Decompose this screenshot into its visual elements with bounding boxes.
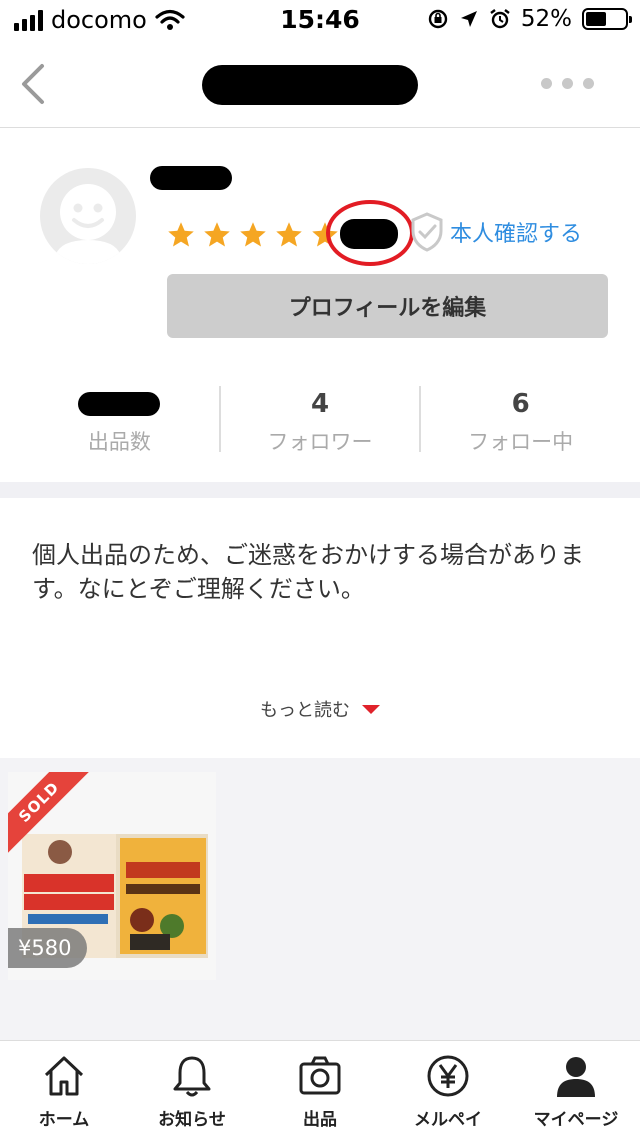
rating-stars xyxy=(166,220,340,250)
profile-bio: 個人出品のため、ご迷惑をおかけする場合があります。なにとぞご理解ください。 xyxy=(32,541,584,603)
stat-label: 出品数 xyxy=(87,430,151,454)
status-bar: docomo 15:46 52% xyxy=(0,0,640,40)
avatar[interactable] xyxy=(40,168,136,264)
edit-profile-button[interactable]: プロフィールを編集 xyxy=(167,274,608,338)
tab-label: 出品 xyxy=(303,1110,337,1130)
item-grid: SOLD ¥580 xyxy=(0,758,640,1042)
identity-verify-label: 本人確認する xyxy=(450,222,583,247)
person-icon xyxy=(557,1057,595,1097)
battery-icon xyxy=(582,8,632,30)
stat-value: 4 xyxy=(310,389,330,419)
read-more-button[interactable]: もっと読む xyxy=(0,696,640,722)
listings-count-redacted xyxy=(78,392,161,416)
more-options-button[interactable] xyxy=(541,78,594,89)
tab-home[interactable]: ホーム xyxy=(0,1041,128,1136)
back-button[interactable] xyxy=(16,62,56,106)
profile-stats: 出品数 4 フォロワー 6 フォロー中 xyxy=(20,386,620,454)
home-icon xyxy=(44,1056,84,1096)
bell-icon xyxy=(173,1056,211,1097)
star-icon xyxy=(204,222,230,247)
shield-check-icon xyxy=(411,212,443,252)
tab-mypage[interactable]: マイページ xyxy=(512,1041,640,1136)
yen-icon xyxy=(427,1055,469,1097)
user-name-redacted xyxy=(150,166,232,190)
default-avatar-icon xyxy=(54,184,122,264)
tab-notifications[interactable]: お知らせ xyxy=(128,1041,256,1136)
tab-label: メルペイ xyxy=(414,1110,482,1130)
tab-bar: ホーム お知らせ 出品 メルペイ マイページ xyxy=(0,1040,640,1136)
tab-label: お知らせ xyxy=(158,1110,226,1130)
star-icon xyxy=(240,222,266,247)
star-icon xyxy=(168,222,194,247)
tab-merpay[interactable]: メルペイ xyxy=(384,1041,512,1136)
stat-label: フォロー中 xyxy=(468,430,574,454)
identity-verify-link[interactable]: 本人確認する xyxy=(410,212,582,252)
page-title-redacted xyxy=(202,65,418,105)
orientation-lock-icon xyxy=(428,9,448,29)
item-price: ¥580 xyxy=(8,928,88,968)
annotation-circle xyxy=(326,200,414,266)
section-divider xyxy=(0,482,640,498)
tab-sell[interactable]: 出品 xyxy=(256,1041,384,1136)
stat-following[interactable]: 6 フォロー中 xyxy=(419,386,620,454)
item-card[interactable]: SOLD ¥580 xyxy=(8,772,216,980)
tab-label: マイページ xyxy=(533,1110,619,1130)
battery-percent: 52% xyxy=(520,6,572,32)
stat-listings[interactable]: 出品数 xyxy=(20,386,219,454)
stat-value: 6 xyxy=(511,389,530,419)
tab-label: ホーム xyxy=(38,1110,90,1130)
location-arrow-icon xyxy=(460,11,477,27)
nav-bar xyxy=(0,40,640,128)
read-more-label: もっと読む xyxy=(260,700,350,721)
stat-followers[interactable]: 4 フォロワー xyxy=(218,386,420,454)
triangle-down-icon xyxy=(362,704,380,714)
alarm-icon xyxy=(490,9,510,29)
stat-label: フォロワー xyxy=(267,430,373,454)
camera-icon xyxy=(299,1056,341,1095)
star-icon xyxy=(276,222,302,247)
